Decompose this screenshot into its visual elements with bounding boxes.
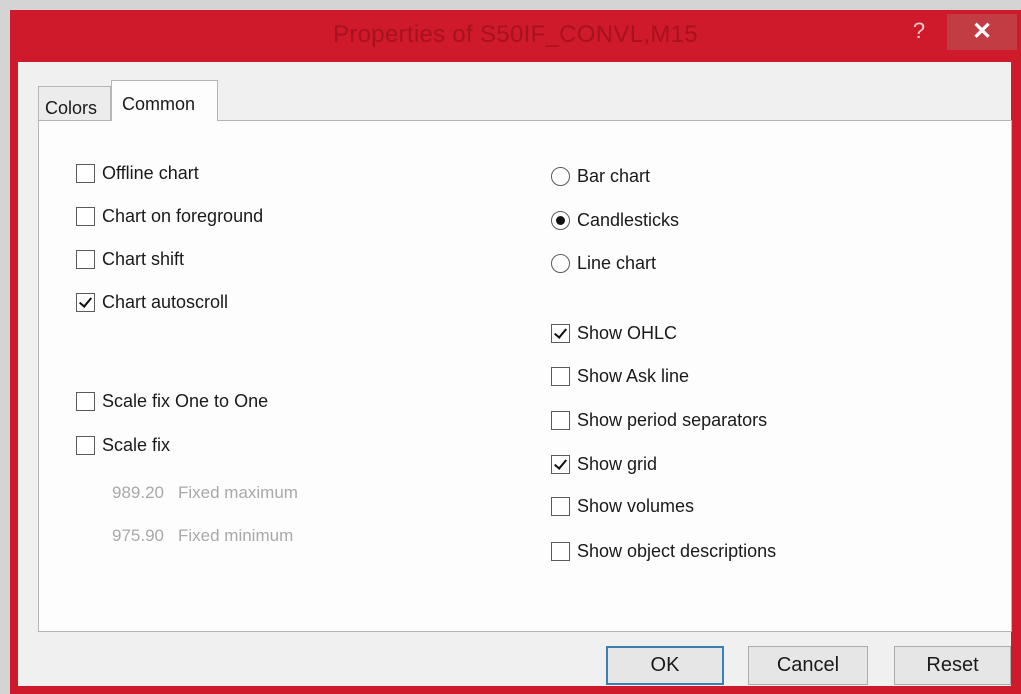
candlesticks-radio[interactable] [551, 211, 570, 230]
line-chart-option[interactable]: Line chart [551, 253, 656, 274]
dialog-client-area: Colors Common Offline chart Chart on for… [18, 62, 1012, 686]
show-ask-line-label: Show Ask line [577, 366, 690, 386]
scale-fix-one-to-one-label: Scale fix One to One [102, 391, 269, 411]
help-button[interactable]: ? [900, 16, 938, 46]
properties-dialog: Properties of S50IF_CONVL,M15 ? ✕ Colors… [10, 10, 1021, 694]
chart-autoscroll-checkbox[interactable] [76, 293, 95, 312]
chart-autoscroll-option[interactable]: Chart autoscroll [76, 292, 228, 313]
offline-chart-option[interactable]: Offline chart [76, 163, 199, 184]
show-object-descriptions-label: Show object descriptions [577, 541, 777, 561]
chart-shift-label: Chart shift [102, 249, 185, 269]
chart-shift-checkbox[interactable] [76, 250, 95, 269]
show-grid-checkbox[interactable] [551, 455, 570, 474]
scale-fix-label: Scale fix [102, 435, 171, 455]
show-ohlc-option[interactable]: Show OHLC [551, 323, 677, 344]
fixed-minimum-row: 975.90 Fixed minimum [94, 526, 293, 546]
show-grid-option[interactable]: Show grid [551, 454, 657, 475]
show-object-descriptions-checkbox[interactable] [551, 542, 570, 561]
chart-on-foreground-checkbox[interactable] [76, 207, 95, 226]
show-ohlc-checkbox[interactable] [551, 324, 570, 343]
tab-colors[interactable]: Colors [38, 86, 111, 120]
show-volumes-option[interactable]: Show volumes [551, 496, 694, 517]
bar-chart-radio[interactable] [551, 167, 570, 186]
line-chart-radio[interactable] [551, 254, 570, 273]
show-ohlc-label: Show OHLC [577, 323, 678, 343]
show-volumes-label: Show volumes [577, 496, 695, 516]
dialog-title: Properties of S50IF_CONVL,M15 [333, 21, 698, 48]
show-object-descriptions-option[interactable]: Show object descriptions [551, 541, 776, 562]
scale-fix-checkbox[interactable] [76, 436, 95, 455]
offline-chart-label: Offline chart [102, 163, 199, 183]
reset-button[interactable]: Reset [894, 646, 1011, 685]
show-period-separators-option[interactable]: Show period separators [551, 410, 767, 431]
chart-autoscroll-label: Chart autoscroll [102, 292, 229, 312]
ok-button[interactable]: OK [606, 646, 724, 685]
chart-on-foreground-label: Chart on foreground [102, 206, 264, 226]
candlesticks-label: Candlesticks [577, 210, 680, 230]
fixed-maximum-input[interactable]: 989.20 [94, 483, 164, 503]
candlesticks-option[interactable]: Candlesticks [551, 210, 679, 231]
show-ask-line-option[interactable]: Show Ask line [551, 366, 689, 387]
show-grid-label: Show grid [577, 454, 658, 474]
cancel-button[interactable]: Cancel [748, 646, 868, 685]
fixed-minimum-input[interactable]: 975.90 [94, 526, 164, 546]
tab-common[interactable]: Common [111, 80, 218, 121]
show-period-separators-checkbox[interactable] [551, 411, 570, 430]
chart-shift-option[interactable]: Chart shift [76, 249, 184, 270]
fixed-maximum-row: 989.20 Fixed maximum [94, 483, 298, 503]
scale-fix-one-to-one-option[interactable]: Scale fix One to One [76, 391, 268, 412]
bar-chart-option[interactable]: Bar chart [551, 166, 650, 187]
offline-chart-checkbox[interactable] [76, 164, 95, 183]
fixed-maximum-label: Fixed maximum [178, 483, 298, 502]
scale-fix-option[interactable]: Scale fix [76, 435, 170, 456]
close-button[interactable]: ✕ [947, 14, 1017, 50]
fixed-minimum-label: Fixed minimum [178, 526, 294, 545]
show-volumes-checkbox[interactable] [551, 497, 570, 516]
bar-chart-label: Bar chart [577, 166, 651, 186]
common-tab-panel: Offline chart Chart on foreground Chart … [38, 120, 1012, 632]
scale-fix-one-to-one-checkbox[interactable] [76, 392, 95, 411]
show-period-separators-label: Show period separators [577, 410, 768, 430]
chart-on-foreground-option[interactable]: Chart on foreground [76, 206, 263, 227]
line-chart-label: Line chart [577, 253, 657, 273]
title-bar[interactable]: Properties of S50IF_CONVL,M15 ? ✕ [10, 10, 1021, 62]
show-ask-line-checkbox[interactable] [551, 367, 570, 386]
